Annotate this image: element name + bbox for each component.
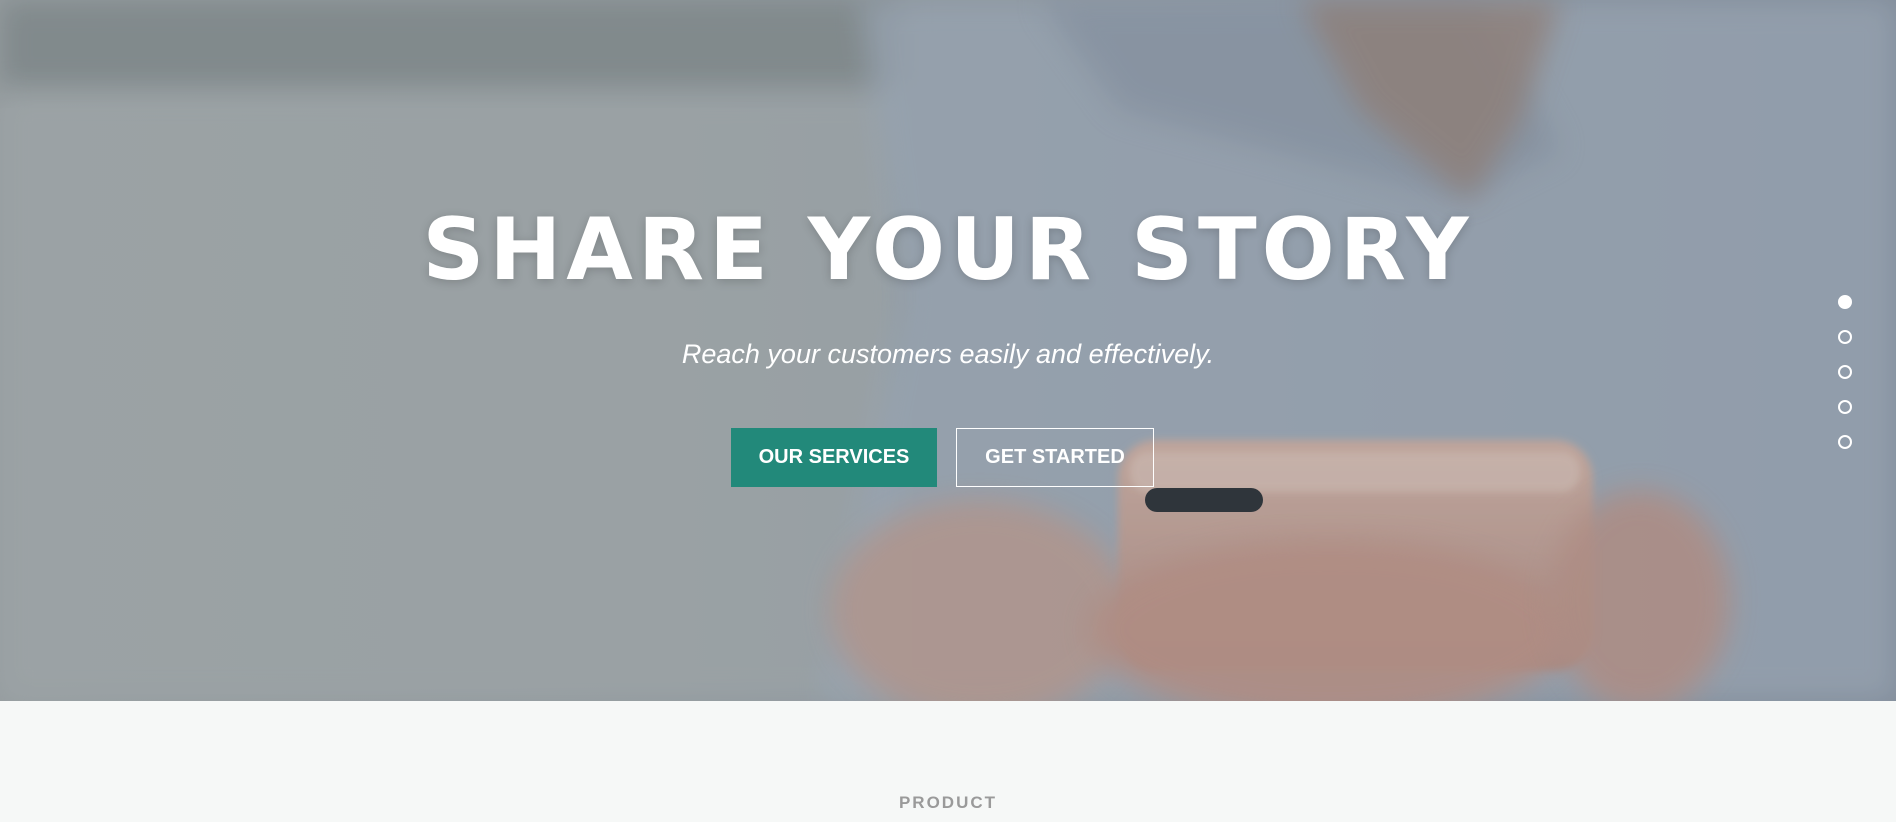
slider-dot-3[interactable] — [1838, 365, 1852, 379]
hero-banner: SHARE YOUR STORY Reach your customers ea… — [0, 0, 1896, 701]
slider-dot-1[interactable] — [1838, 295, 1852, 309]
section-label: PRODUCT — [898, 793, 998, 812]
hero-title: SHARE YOUR STORY — [422, 200, 1474, 300]
slider-dot-4[interactable] — [1838, 400, 1852, 414]
get-started-button[interactable]: GET STARTED — [956, 428, 1154, 487]
slider-dot-5[interactable] — [1838, 435, 1852, 449]
product-section: PRODUCT — [0, 701, 1896, 822]
slider-dot-2[interactable] — [1838, 330, 1852, 344]
our-services-button[interactable]: OUR SERVICES — [731, 428, 937, 487]
hero-subtitle: Reach your customers easily and effectiv… — [681, 339, 1215, 369]
hero-content: SHARE YOUR STORY Reach your customers ea… — [0, 0, 1896, 701]
